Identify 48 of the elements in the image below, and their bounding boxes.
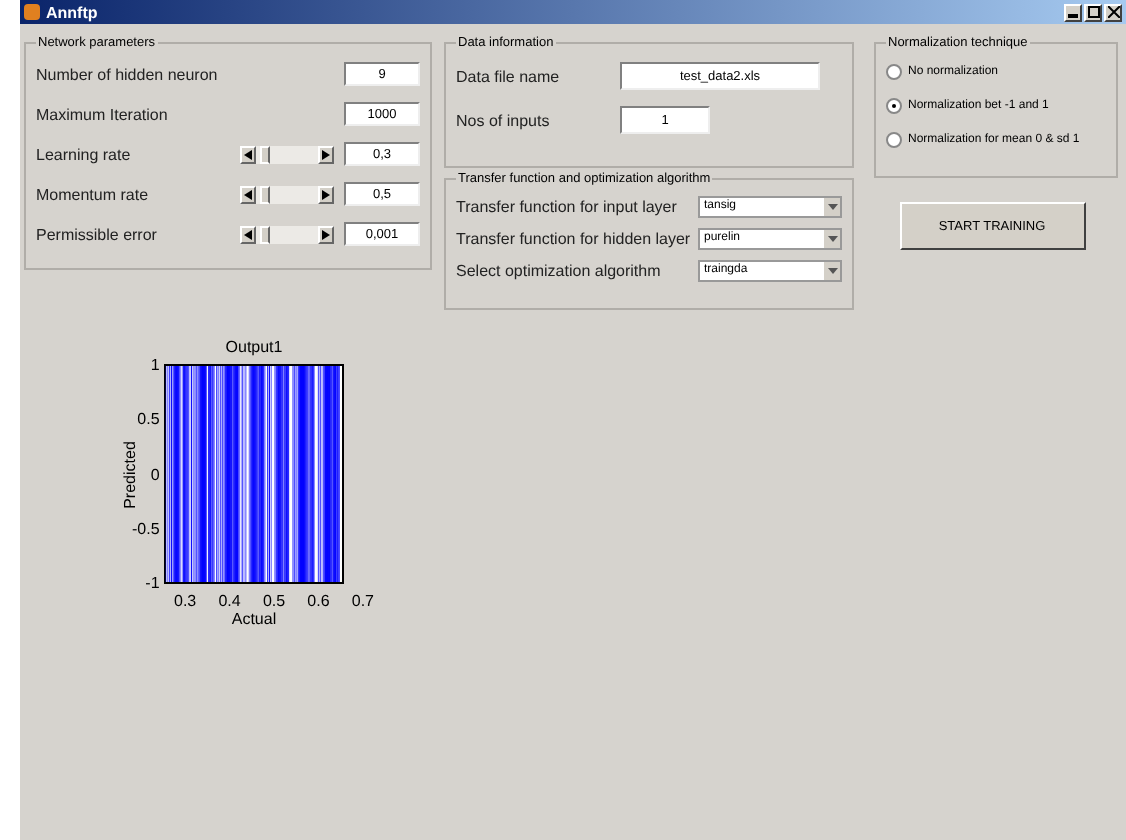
close-button[interactable] bbox=[1104, 3, 1122, 21]
caret-icon bbox=[827, 267, 837, 273]
radio-button[interactable] bbox=[886, 131, 902, 147]
left-arrow-icon[interactable] bbox=[240, 185, 256, 203]
x-tick-label: 0.7 bbox=[351, 592, 374, 610]
slider[interactable] bbox=[240, 185, 334, 203]
field-label: Data file name bbox=[456, 67, 562, 85]
parameter-label: Permissible error bbox=[36, 225, 159, 243]
y-tick-label: -1 bbox=[145, 574, 160, 592]
y-tick-label: 0.5 bbox=[137, 410, 160, 429]
radio-button[interactable] bbox=[886, 97, 902, 113]
maximize-button[interactable] bbox=[1084, 3, 1102, 21]
caret-icon bbox=[827, 235, 837, 241]
left-arrow-icon[interactable] bbox=[240, 145, 256, 163]
window-title: Annftp bbox=[46, 3, 100, 21]
right-arrow-icon[interactable] bbox=[318, 225, 334, 243]
field-label: Nos of inputs bbox=[456, 111, 552, 129]
y-axis-label: Predicted bbox=[121, 440, 140, 508]
radio-button[interactable] bbox=[886, 63, 902, 79]
parameter-label: Learning rate bbox=[36, 145, 133, 163]
slider[interactable] bbox=[240, 225, 334, 243]
parameter-label: Maximum Iteration bbox=[36, 105, 170, 123]
parameter-label: Number of hidden neuron bbox=[36, 65, 220, 83]
x-axis-label: Actual bbox=[231, 610, 277, 628]
right-arrow-icon[interactable] bbox=[318, 185, 334, 203]
slider[interactable] bbox=[240, 145, 334, 163]
minimize-button[interactable] bbox=[1064, 3, 1082, 21]
left-arrow-icon[interactable] bbox=[240, 225, 256, 243]
y-tick-label: -0.5 bbox=[132, 519, 160, 538]
slider-thumb[interactable] bbox=[259, 145, 270, 163]
slider-thumb[interactable] bbox=[259, 225, 270, 243]
x-tick-label: 0.6 bbox=[307, 592, 330, 610]
y-tick-label: 1 bbox=[150, 356, 160, 374]
plot-title: Output1 bbox=[225, 338, 283, 356]
dropdown-label: Transfer function for hidden layer bbox=[456, 229, 693, 247]
dropdown-label: Select optimization algorithm bbox=[456, 261, 663, 279]
caret-icon bbox=[827, 203, 837, 209]
x-tick-label: 0.5 bbox=[262, 592, 286, 610]
app-icon bbox=[24, 4, 40, 20]
right-arrow-icon[interactable] bbox=[318, 145, 334, 163]
close-icon bbox=[1107, 6, 1119, 18]
maximize-icon bbox=[1087, 6, 1099, 18]
dropdown-label: Transfer function for input layer bbox=[456, 197, 679, 215]
y-tick-label: 0 bbox=[150, 465, 160, 483]
x-tick-label: 0.4 bbox=[218, 592, 241, 610]
parameter-label: Momentum rate bbox=[36, 185, 151, 203]
x-tick-label: 0.3 bbox=[174, 592, 197, 610]
slider-thumb[interactable] bbox=[259, 185, 270, 203]
